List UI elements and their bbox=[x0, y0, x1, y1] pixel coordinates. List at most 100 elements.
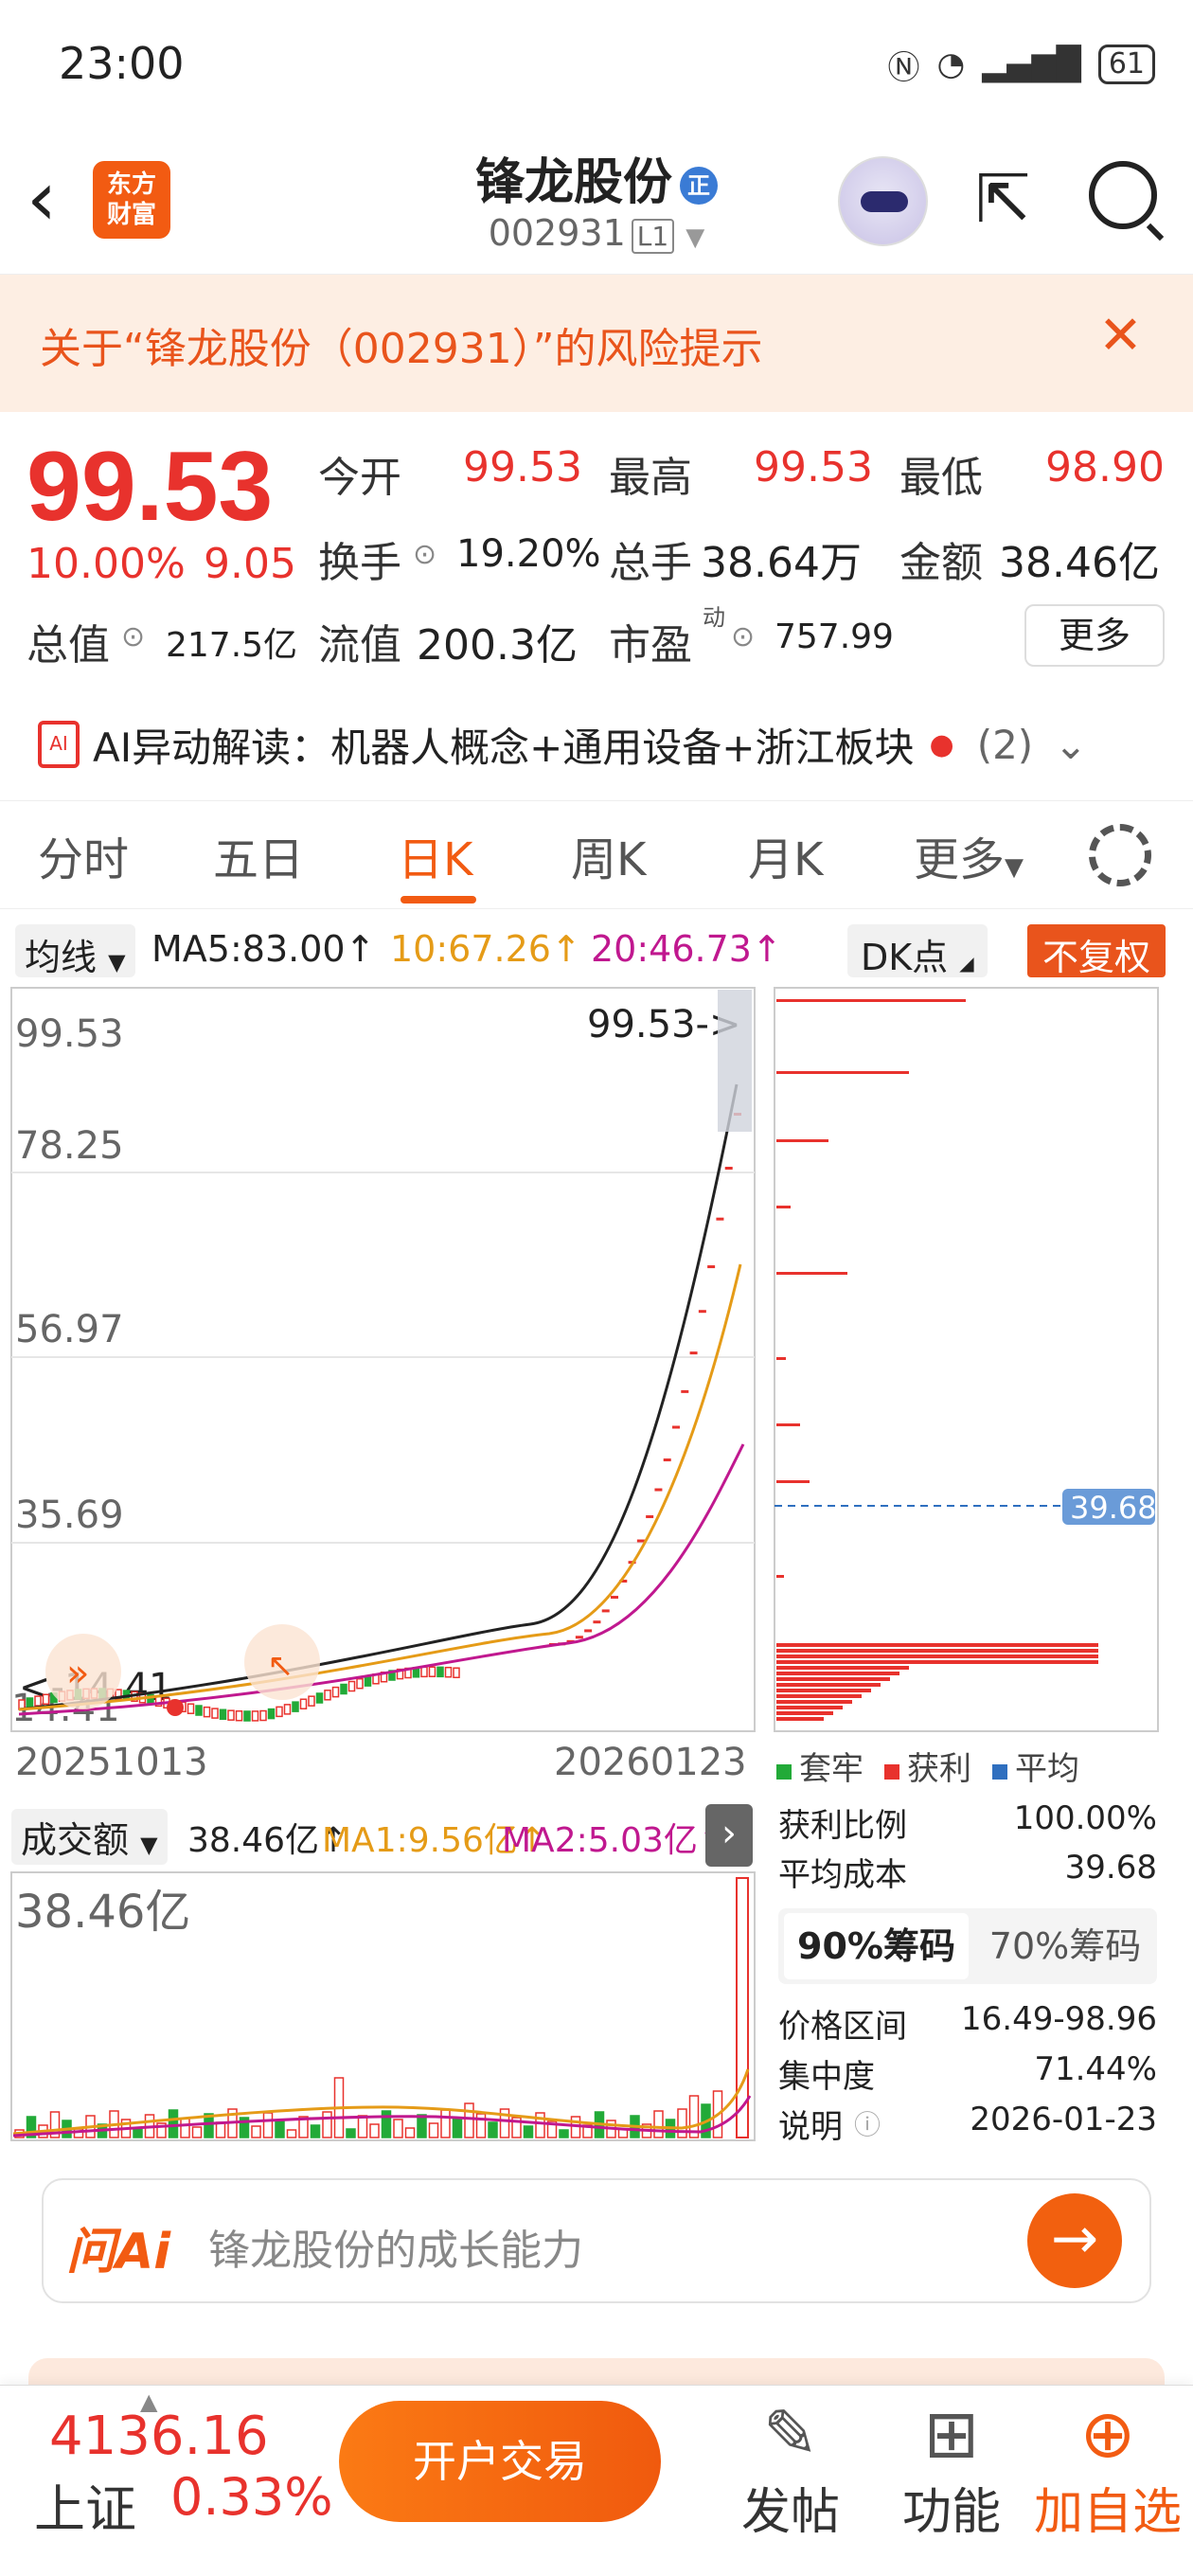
chip-bar bbox=[776, 1717, 824, 1721]
ai-insight-bar[interactable]: AI AI异动解读：机器人概念+通用设备+浙江板块 ● (2) ⌄ bbox=[38, 710, 1174, 778]
zheng-badge: 正 bbox=[680, 167, 718, 205]
candle bbox=[347, 1680, 356, 1692]
ai-robot-icon[interactable] bbox=[838, 156, 928, 246]
chip-bar bbox=[776, 1206, 791, 1208]
volume-bar bbox=[369, 2123, 380, 2138]
y-tick: 35.69 bbox=[15, 1494, 124, 1537]
arrow-up-left-icon: ↖ bbox=[267, 1647, 294, 1685]
grid-icon: ⊞ bbox=[923, 2395, 980, 2473]
volume-bar bbox=[488, 2121, 498, 2138]
candle bbox=[283, 1704, 292, 1715]
concentration-value: 71.44% bbox=[1034, 2050, 1157, 2088]
candle bbox=[453, 1667, 460, 1679]
high-value: 99.53 bbox=[754, 443, 873, 492]
candle bbox=[436, 1666, 444, 1678]
risk-text[interactable]: 关于“锋龙股份（002931）”的风险提示 bbox=[40, 314, 763, 375]
volume-bar bbox=[464, 2102, 474, 2138]
start-date: 20251013 bbox=[15, 1741, 208, 1784]
volume-bar bbox=[677, 2108, 687, 2138]
tab-five-day[interactable]: 五日 bbox=[213, 822, 304, 888]
chip-bar bbox=[776, 1423, 800, 1426]
low-label: 最低 bbox=[899, 454, 983, 502]
range-label: 价格区间 bbox=[778, 2008, 907, 2046]
nfc-icon: Ⓝ bbox=[887, 48, 920, 87]
share-icon[interactable]: ⇱ bbox=[975, 166, 1031, 232]
close-icon[interactable]: ✕ bbox=[1098, 305, 1143, 367]
volume-bar bbox=[286, 2129, 297, 2138]
candle bbox=[219, 1708, 227, 1721]
chip-bar bbox=[776, 1649, 1098, 1653]
open-value: 99.53 bbox=[463, 443, 582, 492]
chip-bar bbox=[776, 1700, 852, 1704]
candle bbox=[331, 1686, 340, 1698]
settings-gear-icon[interactable] bbox=[1089, 824, 1151, 886]
volume-bar bbox=[559, 2129, 569, 2138]
tab-70-chips[interactable]: 70%筹码 bbox=[975, 1913, 1155, 1979]
arrow-right-icon[interactable]: → bbox=[1027, 2193, 1122, 2288]
avg-cost-value: 39.68 bbox=[1064, 1849, 1157, 1887]
index-pct[interactable]: 0.33% bbox=[170, 2467, 333, 2527]
chip-legend: 套牢 获利 平均 bbox=[776, 1743, 1079, 1789]
more-button[interactable]: 更多 bbox=[1024, 604, 1165, 667]
open-label: 今开 bbox=[318, 454, 401, 502]
functions-button[interactable]: ⊞ 功能 bbox=[895, 2396, 1008, 2543]
volume-bar bbox=[393, 2119, 403, 2138]
info-icon[interactable]: ⊙ bbox=[413, 538, 436, 571]
candle bbox=[203, 1706, 211, 1718]
volume-selector[interactable]: 成交额 ▼ bbox=[11, 1809, 168, 1865]
volume-bar bbox=[475, 2113, 487, 2138]
add-watchlist-button[interactable]: ⊕ 加自选 bbox=[1027, 2396, 1188, 2543]
candle bbox=[34, 1695, 42, 1707]
candle bbox=[689, 1351, 698, 1355]
stock-name: 锋龙股份 bbox=[474, 154, 672, 211]
tab-weekly-k[interactable]: 周K bbox=[571, 822, 646, 888]
amount-label: 金额 bbox=[899, 539, 983, 587]
volume-max-label: 38.46亿 bbox=[15, 1886, 190, 1939]
ask-ai-input[interactable]: 锋龙股份的成长能力 bbox=[208, 2216, 583, 2277]
ask-ai-logo: 问Ai bbox=[66, 2224, 171, 2281]
adjust-button[interactable]: 不复权 bbox=[1027, 924, 1166, 978]
tab-daily-k[interactable]: 日K bbox=[398, 822, 472, 888]
candle bbox=[315, 1692, 324, 1704]
change-pct: 10.00% bbox=[27, 540, 186, 588]
candle bbox=[227, 1709, 235, 1721]
info-icon[interactable]: ⊙ bbox=[731, 620, 755, 653]
y-tick: 99.53 bbox=[15, 1012, 124, 1056]
open-account-button[interactable]: 开户交易 bbox=[339, 2401, 661, 2522]
mktcap-value: 217.5亿 bbox=[166, 626, 298, 665]
volume-bar bbox=[310, 2124, 321, 2138]
candle bbox=[428, 1666, 436, 1677]
chip-distribution bbox=[774, 987, 1159, 1732]
volume-label: 总手 bbox=[609, 539, 692, 587]
volume-bar bbox=[180, 2118, 190, 2138]
index-value[interactable]: 4136.16 bbox=[49, 2406, 269, 2467]
chevron-right-icon[interactable]: › bbox=[705, 1804, 753, 1867]
tab-monthly-k[interactable]: 月K bbox=[748, 822, 823, 888]
post-button[interactable]: ✎ 发帖 bbox=[734, 2396, 847, 2543]
candle bbox=[267, 1708, 276, 1720]
avg-cost-label: 39.68 bbox=[1070, 1490, 1157, 1526]
volume-value: 38.64万 bbox=[701, 539, 862, 587]
candle bbox=[636, 1539, 645, 1543]
range-value: 16.49-98.96 bbox=[961, 2000, 1157, 2038]
candle bbox=[601, 1609, 610, 1613]
info-icon[interactable]: ⓘ bbox=[854, 2104, 881, 2142]
candle bbox=[235, 1709, 243, 1722]
tab-timeshare[interactable]: 分时 bbox=[38, 822, 129, 888]
volume-chart[interactable]: 38.46亿 bbox=[0, 1870, 757, 2145]
tab-more[interactable]: 更多▼ bbox=[914, 822, 1024, 888]
tab-90-chips[interactable]: 90%筹码 bbox=[784, 1913, 969, 1979]
candle bbox=[308, 1695, 315, 1707]
candle bbox=[299, 1698, 308, 1709]
ma-selector[interactable]: 均线 ▼ bbox=[15, 924, 135, 978]
dk-point-selector[interactable]: DK点 ◢ bbox=[847, 924, 988, 978]
candle bbox=[276, 1706, 283, 1718]
info-icon[interactable]: ⊙ bbox=[121, 620, 145, 653]
kline-chart[interactable]: 99.53 78.25 56.97 35.69 14.41 99.53-> <-… bbox=[0, 980, 1193, 1738]
chip-bar bbox=[776, 1480, 810, 1483]
y-tick: 78.25 bbox=[15, 1124, 124, 1168]
change-value: 9.05 bbox=[204, 540, 296, 588]
index-name[interactable]: 上证 bbox=[34, 2467, 136, 2542]
search-icon[interactable] bbox=[1089, 161, 1157, 229]
low-value: 98.90 bbox=[1045, 443, 1165, 492]
